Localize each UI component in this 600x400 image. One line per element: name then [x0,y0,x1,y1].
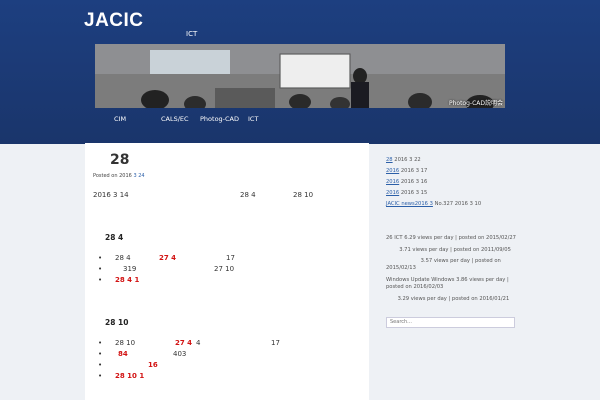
post-meta: Posted on 2016 3 24 [93,173,145,179]
recent-post-date: 2016 3 15 [400,190,428,196]
recent-post-link[interactable]: 28 [386,157,393,163]
recent-post-link[interactable]: 2016 [386,179,399,185]
posted-prefix: Posted on 2016 [93,173,132,179]
banner-photo [95,44,505,108]
list-item-highlight: 16 [148,361,158,369]
search-input[interactable] [386,317,515,328]
recent-post-link[interactable]: JACIC news2016 3 [386,201,433,207]
list-item-highlight: 84 [118,350,128,358]
intro-mid: 28 4 [240,191,256,199]
bullet-dot: • [98,361,103,369]
site-title[interactable]: JACIC [84,10,144,32]
popular-post-item: 26 ICT 6.29 views per day | posted on 20… [386,235,518,242]
list-item-mid: 4 [196,339,201,347]
recent-post-link[interactable]: 2016 [386,190,399,196]
post-title[interactable]: 28 [110,152,129,168]
recent-post-date: 2016 3 16 [400,179,428,185]
bullet-dot: • [98,339,103,347]
recent-post-date: 2016 3 17 [400,168,428,174]
popular-post-link[interactable]: 26 ICT [386,235,403,241]
intro-date: 2016 3 14 [93,191,129,199]
main-navigation: CIM CALS/EC Photog-CAD ICT [0,109,600,129]
section-heading-2: 28 10 [105,318,129,327]
section-heading-1: 28 4 [105,233,124,242]
list-item-right: 17 [271,339,280,347]
posted-date-link[interactable]: 3 24 [133,173,144,179]
intro-end: 28 10 [293,191,314,199]
list-item-right: 27 10 [214,265,235,273]
recent-post-date: No.327 2016 3 10 [434,201,482,207]
list-item-text: 403 [173,350,187,358]
recent-post-item: 2016 2016 3 17 [386,168,427,174]
recent-post-item: JACIC news2016 3 No.327 2016 3 10 [386,201,481,207]
site-tagline: ICT [186,30,198,38]
popular-post-meta: 3.29 views per day | posted on 2016/01/2… [397,296,510,302]
list-item-highlight: 27 4 [175,339,193,347]
popular-post-link[interactable] [386,296,396,302]
bullet-dot: • [98,372,103,380]
recent-post-item: 2016 2016 3 15 [386,190,427,196]
list-item-text: 28 10 [115,339,136,347]
popular-post-item: 3.57 views per day | posted on 2015/02/1… [386,258,518,272]
list-item-highlight: 28 10 1 [115,372,145,380]
header-banner-image: Photog-CAD説明会 [95,44,505,108]
list-item-highlight: 28 4 1 [115,276,140,284]
popular-post-meta: 6.29 views per day | posted on 2015/02/2… [404,235,516,241]
popular-post-link[interactable] [386,258,419,264]
nav-item-cals-ec[interactable]: CALS/EC [161,115,189,123]
list-item-text: 319 [123,265,137,273]
recent-post-date: 2016 3 22 [394,157,421,163]
nav-item-photog-cad[interactable]: Photog-CAD [200,115,239,123]
list-item-right: 17 [226,254,235,262]
popular-post-item: 3.29 views per day | posted on 2016/01/2… [386,296,518,303]
popular-post-link[interactable]: Windows Update Windows [386,277,454,283]
nav-item-ict[interactable]: ICT [248,115,258,123]
recent-post-item: 28 2016 3 22 [386,157,421,163]
popular-post-item: 3.71 views per day | posted on 2011/09/0… [386,247,518,254]
popular-post-meta: 3.71 views per day | posted on 2011/09/0… [399,247,511,253]
recent-post-item: 2016 2016 3 16 [386,179,427,185]
bullet-dot: • [98,254,103,262]
bullet-dot: • [98,350,103,358]
banner-caption: Photog-CAD説明会 [448,100,503,107]
popular-post-item: Windows Update Windows 3.86 views per da… [386,277,518,291]
recent-post-link[interactable]: 2016 [386,168,399,174]
bullet-dot: • [98,265,103,273]
site-header: JACIC ICT Photog-CAD説明会 CIM CALS/EC Phot… [0,0,600,144]
list-item-highlight: 27 4 [159,254,177,262]
nav-item-cim[interactable]: CIM [114,115,126,123]
popular-post-link[interactable] [386,247,398,253]
bullet-dot: • [98,276,103,284]
list-item-text: 28 4 [115,254,131,262]
